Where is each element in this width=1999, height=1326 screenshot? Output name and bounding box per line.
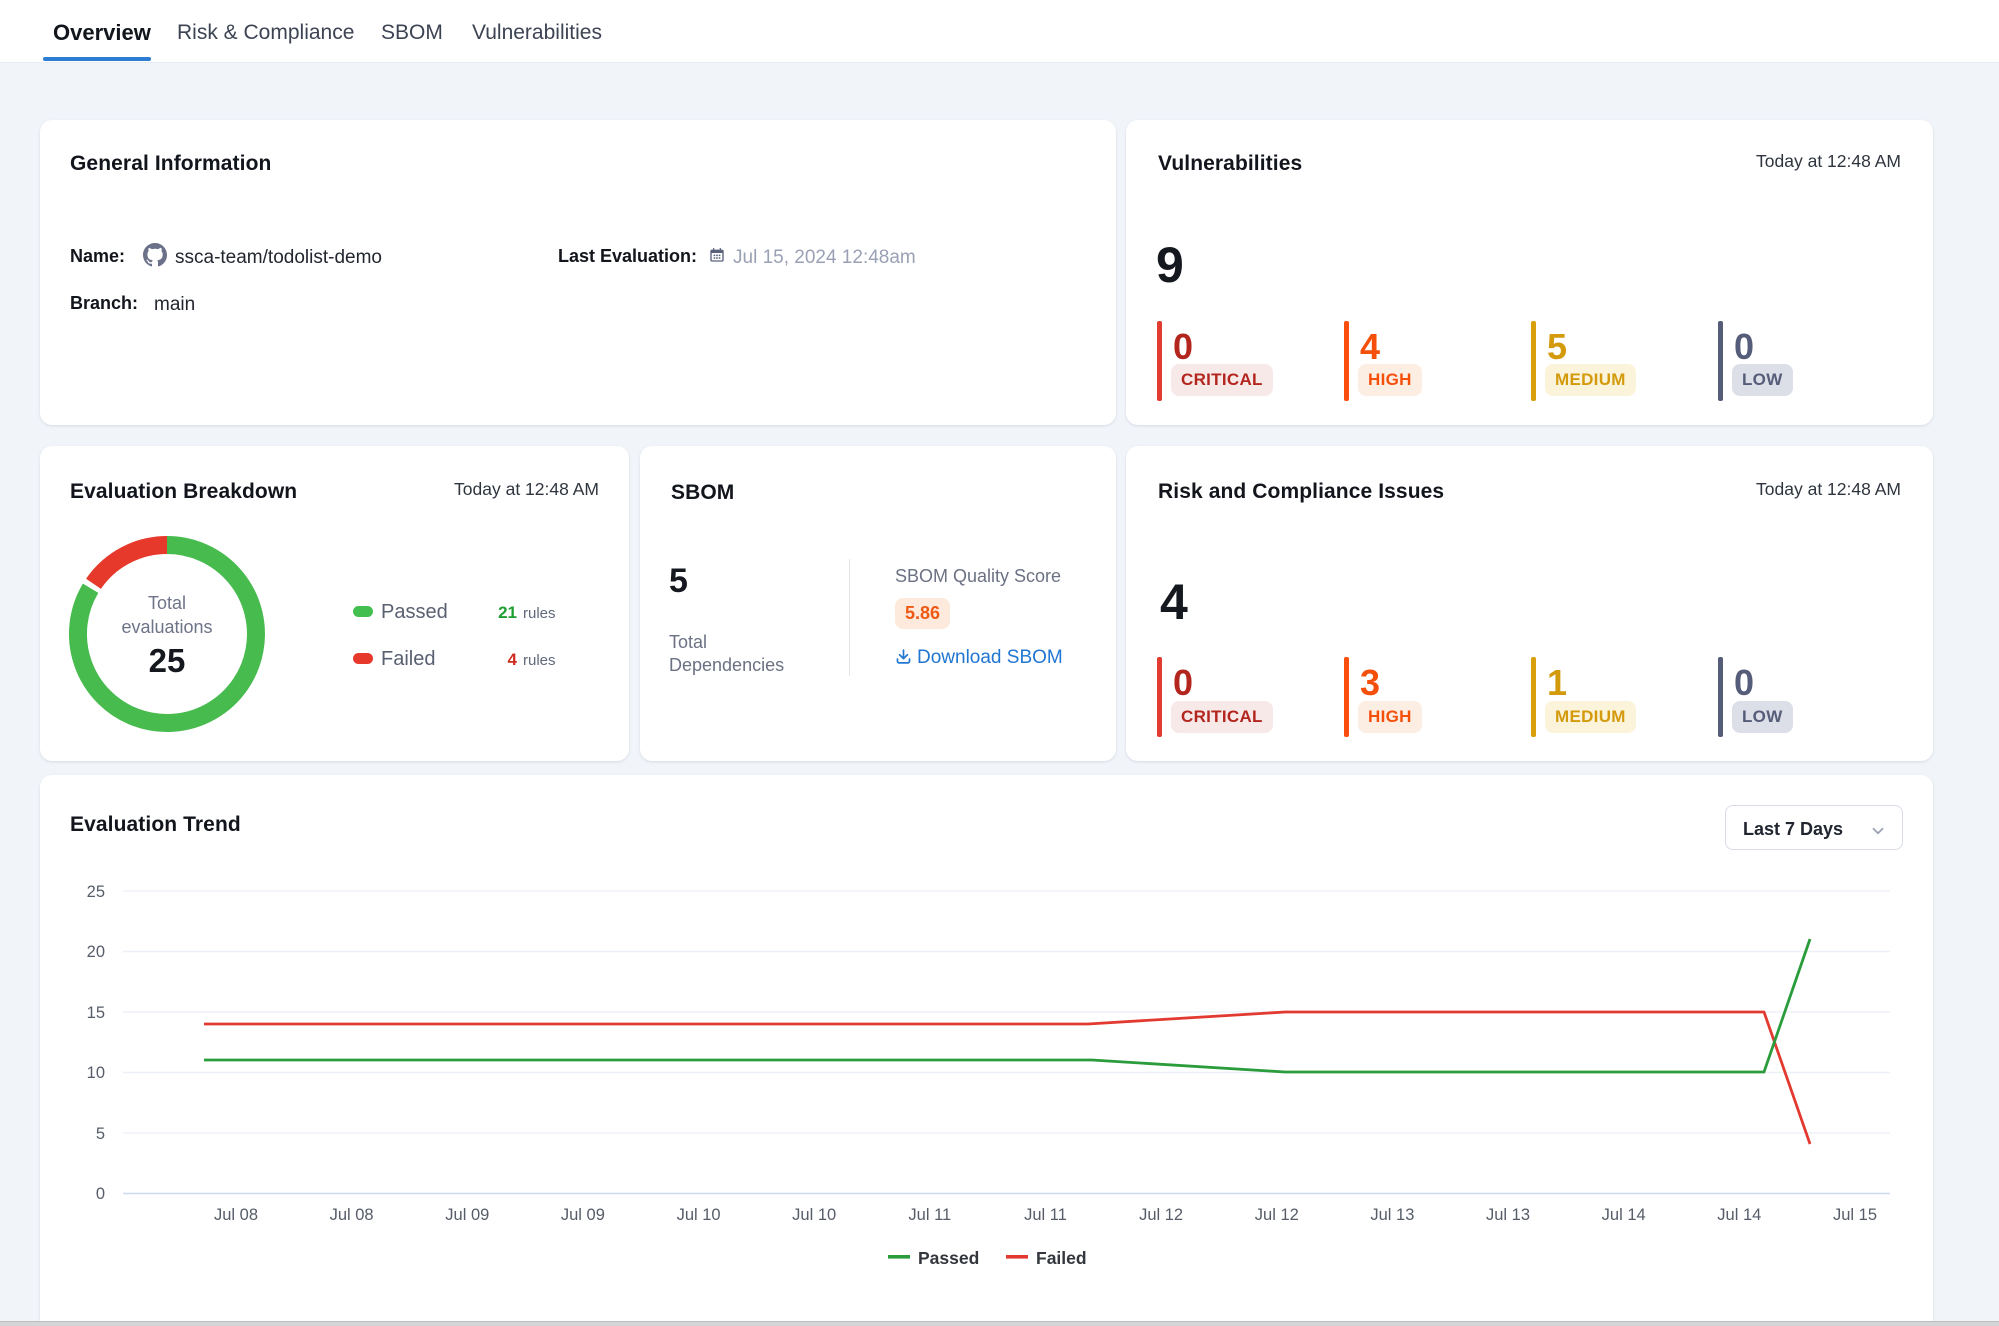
svg-text:Jul 15: Jul 15 — [1833, 1206, 1877, 1224]
svg-text:Jul 13: Jul 13 — [1370, 1206, 1414, 1224]
svg-text:15: 15 — [87, 1004, 105, 1022]
svg-text:20: 20 — [87, 943, 105, 961]
svg-text:Jul 09: Jul 09 — [561, 1206, 605, 1224]
svg-text:Jul 13: Jul 13 — [1486, 1206, 1530, 1224]
svg-text:25: 25 — [87, 883, 105, 901]
svg-text:Jul 11: Jul 11 — [1024, 1206, 1067, 1224]
svg-text:Passed: Passed — [918, 1248, 979, 1268]
svg-text:Jul 14: Jul 14 — [1717, 1206, 1761, 1224]
svg-text:Jul 12: Jul 12 — [1139, 1206, 1183, 1224]
svg-text:Jul 08: Jul 08 — [214, 1206, 258, 1224]
svg-text:Jul 09: Jul 09 — [445, 1206, 489, 1224]
svg-text:5: 5 — [96, 1125, 105, 1143]
svg-text:Failed: Failed — [1036, 1248, 1087, 1268]
svg-text:Jul 10: Jul 10 — [677, 1206, 721, 1224]
svg-text:0: 0 — [96, 1185, 105, 1203]
svg-text:Jul 11: Jul 11 — [908, 1206, 951, 1224]
svg-text:Jul 14: Jul 14 — [1602, 1206, 1646, 1224]
svg-text:Jul 12: Jul 12 — [1255, 1206, 1299, 1224]
svg-text:10: 10 — [87, 1064, 105, 1082]
svg-text:Jul 10: Jul 10 — [792, 1206, 836, 1224]
svg-text:Jul 08: Jul 08 — [330, 1206, 374, 1224]
